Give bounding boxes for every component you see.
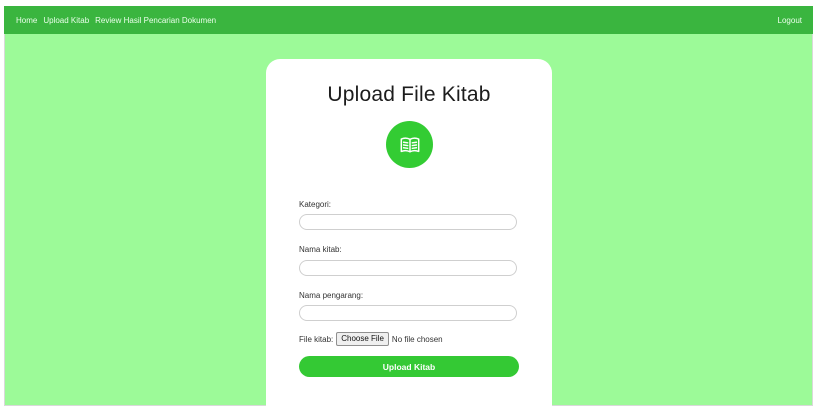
upload-card: Upload File Kitab Kategori: Nama kitab: …	[266, 59, 552, 406]
book-icon	[400, 136, 419, 153]
nav-link-review-hasil[interactable]: Review Hasil Pencarian Dokumen	[95, 16, 216, 25]
nama-kitab-label: Nama kitab:	[299, 245, 342, 254]
navbar: Home Upload Kitab Review Hasil Pencarian…	[4, 6, 813, 34]
kategori-input[interactable]	[299, 214, 517, 230]
choose-file-button[interactable]: Choose File	[336, 332, 389, 346]
upload-kitab-button[interactable]: Upload Kitab	[299, 356, 519, 377]
nav-link-home[interactable]: Home	[16, 16, 37, 25]
nav-link-upload-kitab[interactable]: Upload Kitab	[43, 16, 89, 25]
file-status-text: No file chosen	[391, 334, 443, 344]
nama-pengarang-input[interactable]	[299, 305, 517, 321]
page-title: Upload File Kitab	[327, 83, 491, 106]
file-upload-row: File kitab: Choose File No file chosen	[299, 332, 443, 346]
logout-link[interactable]: Logout	[778, 6, 802, 34]
kategori-label: Kategori:	[299, 200, 332, 209]
book-icon-badge	[386, 121, 433, 168]
nav-links: Home Upload Kitab Review Hasil Pencarian…	[16, 6, 216, 34]
nama-pengarang-label: Nama pengarang:	[299, 291, 364, 300]
nama-kitab-input[interactable]	[299, 260, 517, 276]
file-kitab-label: File kitab:	[299, 334, 334, 344]
page-frame: Home Upload Kitab Review Hasil Pencarian…	[4, 6, 813, 406]
